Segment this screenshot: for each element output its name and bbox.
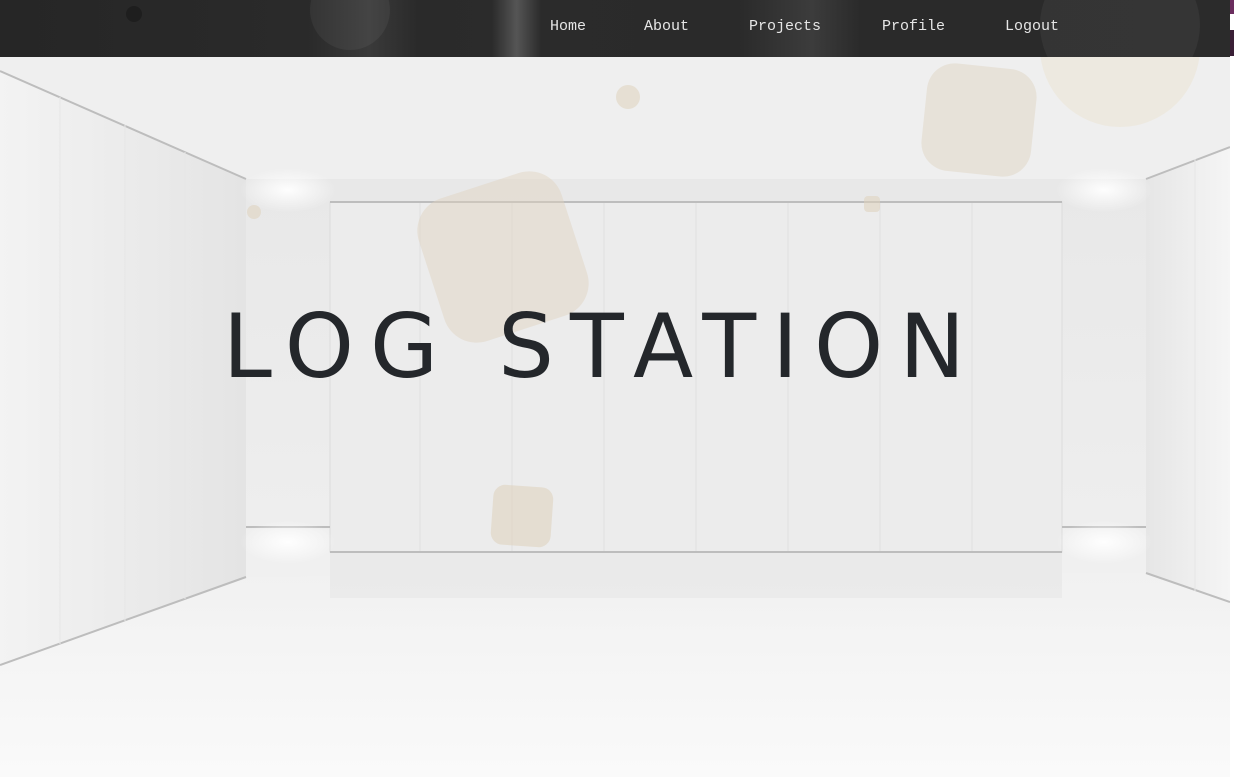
nav-home-link[interactable]: Home <box>550 18 586 35</box>
edge-accent <box>1230 30 1234 56</box>
edge-accent <box>1230 0 1234 14</box>
room-illustration <box>0 57 1230 777</box>
nav-about-link[interactable]: About <box>644 18 689 35</box>
site-title: LOG STATION <box>222 295 982 398</box>
decor-shape <box>616 85 640 109</box>
page: Home About Projects Profile Logout LOG S… <box>0 0 1234 777</box>
window-right-edge <box>1230 0 1234 777</box>
decor-shape <box>247 205 261 219</box>
decor-shape <box>864 196 880 212</box>
hero-background: LOG STATION <box>0 57 1230 777</box>
main-navigation: Home About Projects Profile Logout <box>0 0 1230 57</box>
decor-shape <box>918 60 1040 180</box>
top-navbar: Home About Projects Profile Logout <box>0 0 1230 57</box>
decor-shape <box>489 483 555 549</box>
nav-logout-link[interactable]: Logout <box>1005 18 1059 35</box>
nav-projects-link[interactable]: Projects <box>749 18 821 35</box>
nav-profile-link[interactable]: Profile <box>882 18 945 35</box>
